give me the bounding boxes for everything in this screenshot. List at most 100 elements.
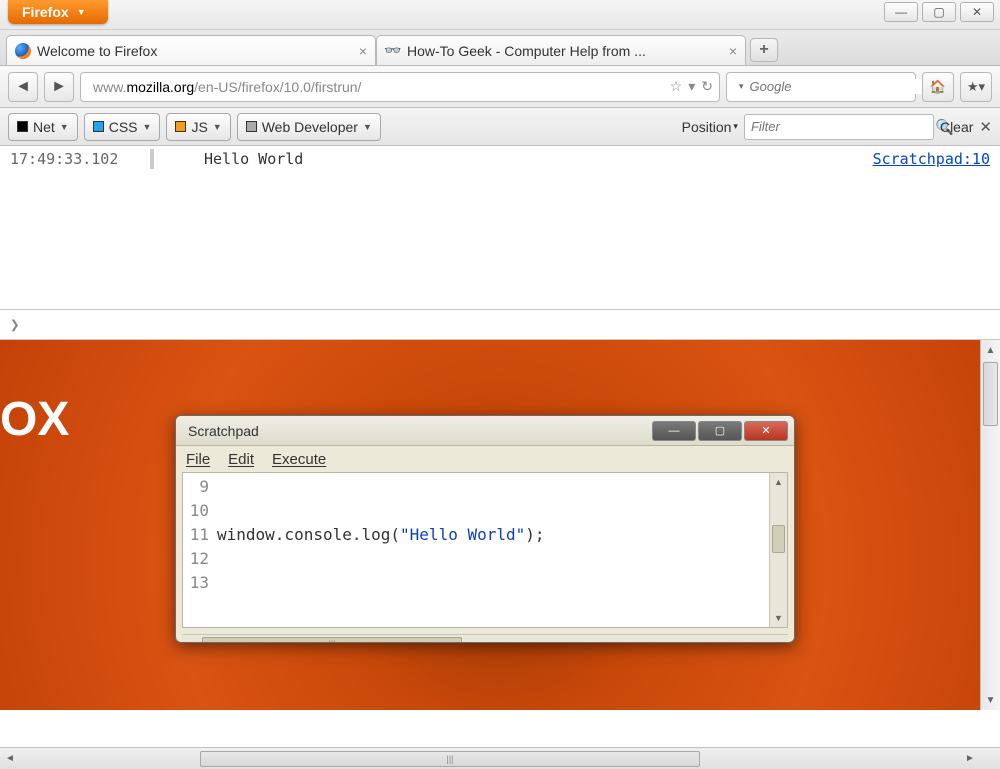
js-filter-button[interactable]: JS ▼: [166, 113, 230, 141]
chevron-down-icon: ▼: [60, 122, 69, 132]
scratchpad-maximize-button[interactable]: ▢: [698, 421, 742, 441]
scroll-down-icon[interactable]: ▼: [770, 609, 787, 627]
console-filter-input[interactable]: [751, 119, 929, 134]
code-text: window.console.log(: [217, 525, 400, 544]
webdev-label: Web Developer: [262, 119, 358, 135]
net-label: Net: [33, 119, 55, 135]
chevron-down-icon: ▼: [77, 7, 86, 17]
close-tab-icon[interactable]: ×: [359, 43, 367, 59]
scratchpad-gutter: 9 10 11 12 13: [183, 473, 213, 627]
scratchpad-horizontal-scrollbar[interactable]: ◄ ||| ►: [182, 634, 788, 643]
firefox-menu-button[interactable]: Firefox ▼: [8, 0, 108, 24]
scroll-right-icon[interactable]: ►: [960, 753, 980, 764]
chevron-down-icon: ▾: [733, 121, 738, 132]
scratchpad-code-area[interactable]: window.console.log("Hello World");: [213, 473, 769, 627]
line-number: 12: [183, 547, 209, 571]
position-label: Position: [682, 119, 732, 135]
page-heading-fragment: OX: [0, 392, 69, 447]
css-filter-button[interactable]: CSS ▼: [84, 113, 161, 141]
web-console-output: 17:49:33.102 Hello World Scratchpad:10 ❯: [0, 146, 1000, 340]
position-button[interactable]: Position▾: [682, 119, 738, 135]
scratchpad-titlebar[interactable]: Scratchpad — ▢ ✕: [176, 416, 794, 446]
chevron-down-icon: ▼: [213, 122, 222, 132]
scratchpad-minimize-button[interactable]: —: [652, 421, 696, 441]
js-color-icon: [175, 121, 186, 132]
howtogeek-icon: 👓: [385, 43, 401, 59]
minimize-button[interactable]: —: [884, 2, 918, 22]
scrollbar-track[interactable]: |||: [20, 751, 960, 767]
web-console-toolbar: Net ▼ CSS ▼ JS ▼ Web Developer ▼ Positio…: [0, 108, 1000, 146]
scroll-left-icon[interactable]: ◄: [182, 639, 200, 644]
page-content: OX ▲ ▼ Scratchpad — ▢ ✕ File Edit Execut…: [0, 340, 1000, 710]
scroll-down-icon[interactable]: ▼: [981, 690, 1000, 710]
vertical-scrollbar[interactable]: ▲ ▼: [980, 340, 1000, 710]
scrollbar-thumb[interactable]: [983, 362, 998, 426]
close-tab-icon[interactable]: ×: [729, 43, 737, 59]
clear-button[interactable]: Clear: [940, 119, 973, 135]
web-developer-filter-button[interactable]: Web Developer ▼: [237, 113, 381, 141]
url-bar[interactable]: www.mozilla.org/en-US/firefox/10.0/first…: [80, 72, 720, 102]
line-number: 9: [183, 475, 209, 499]
scratchpad-editor: 9 10 11 12 13 window.console.log("Hello …: [176, 472, 794, 643]
webdev-color-icon: [246, 121, 257, 132]
console-log-row[interactable]: 17:49:33.102 Hello World Scratchpad:10: [0, 146, 1000, 172]
tab-title: How-To Geek - Computer Help from ...: [407, 43, 646, 59]
js-label: JS: [191, 119, 207, 135]
scrollbar-thumb[interactable]: |||: [200, 751, 700, 767]
net-color-icon: [17, 121, 28, 132]
scratchpad-execute-menu[interactable]: Execute: [272, 451, 326, 468]
home-button[interactable]: 🏠: [922, 72, 954, 102]
scratchpad-file-menu[interactable]: File: [186, 451, 210, 468]
log-separator: [150, 149, 154, 169]
scrollbar-corner: [980, 749, 1000, 769]
forward-button[interactable]: ►: [44, 72, 74, 102]
horizontal-scrollbar[interactable]: ◄ ||| ►: [0, 747, 1000, 769]
scroll-left-icon[interactable]: ◄: [0, 753, 20, 764]
close-button[interactable]: ✕: [960, 2, 994, 22]
window-titlebar: Firefox ▼ — ▢ ✕: [0, 0, 1000, 30]
scroll-up-icon[interactable]: ▲: [770, 473, 787, 491]
scratchpad-title: Scratchpad: [188, 423, 259, 439]
new-tab-button[interactable]: +: [750, 38, 778, 62]
bookmark-star-icon[interactable]: ☆: [670, 78, 683, 95]
search-bar[interactable]: ▾ 🔍: [726, 72, 916, 102]
log-source-link[interactable]: Scratchpad:10: [873, 150, 990, 168]
chevron-down-icon: ▼: [143, 122, 152, 132]
firefox-button-label: Firefox: [22, 4, 69, 20]
chevron-down-icon: ▼: [363, 122, 372, 132]
scroll-right-icon[interactable]: ►: [770, 639, 788, 644]
line-number: 13: [183, 571, 209, 595]
code-text: );: [525, 525, 544, 544]
search-engine-dropdown-icon[interactable]: ▾: [739, 81, 744, 92]
search-input[interactable]: [750, 79, 928, 94]
scrollbar-thumb[interactable]: |||: [202, 637, 462, 644]
scrollbar-thumb[interactable]: [772, 525, 785, 553]
css-label: CSS: [109, 119, 138, 135]
url-text: www.mozilla.org/en-US/firefox/10.0/first…: [93, 79, 664, 95]
console-prompt-icon: ❯: [10, 315, 20, 334]
log-message: Hello World: [204, 150, 303, 168]
tab-howtogeek[interactable]: 👓 How-To Geek - Computer Help from ... ×: [376, 35, 746, 65]
reload-icon[interactable]: ↻: [701, 78, 713, 95]
scratchpad-window[interactable]: Scratchpad — ▢ ✕ File Edit Execute 9 10 …: [175, 415, 795, 643]
tab-welcome[interactable]: Welcome to Firefox ×: [6, 35, 376, 65]
navigation-toolbar: ◄ ► www.mozilla.org/en-US/firefox/10.0/f…: [0, 66, 1000, 108]
tab-title: Welcome to Firefox: [37, 43, 157, 59]
tab-strip: Welcome to Firefox × 👓 How-To Geek - Com…: [0, 30, 1000, 66]
scratchpad-edit-menu[interactable]: Edit: [228, 451, 254, 468]
back-button[interactable]: ◄: [8, 72, 38, 102]
console-filter-box[interactable]: 🔍: [744, 114, 934, 140]
maximize-button[interactable]: ▢: [922, 2, 956, 22]
console-input-line[interactable]: ❯: [0, 309, 1000, 339]
scratchpad-close-button[interactable]: ✕: [744, 421, 788, 441]
code-string: "Hello World": [400, 525, 525, 544]
line-number: 11: [183, 523, 209, 547]
net-filter-button[interactable]: Net ▼: [8, 113, 78, 141]
line-number: 10: [183, 499, 209, 523]
firefox-icon: [15, 43, 31, 59]
scroll-up-icon[interactable]: ▲: [981, 340, 1000, 360]
close-console-icon[interactable]: ✕: [979, 118, 992, 136]
scratchpad-vertical-scrollbar[interactable]: ▲ ▼: [769, 473, 787, 627]
history-dropdown-icon[interactable]: ▾: [688, 78, 695, 95]
bookmarks-menu-button[interactable]: ★▾: [960, 72, 992, 102]
